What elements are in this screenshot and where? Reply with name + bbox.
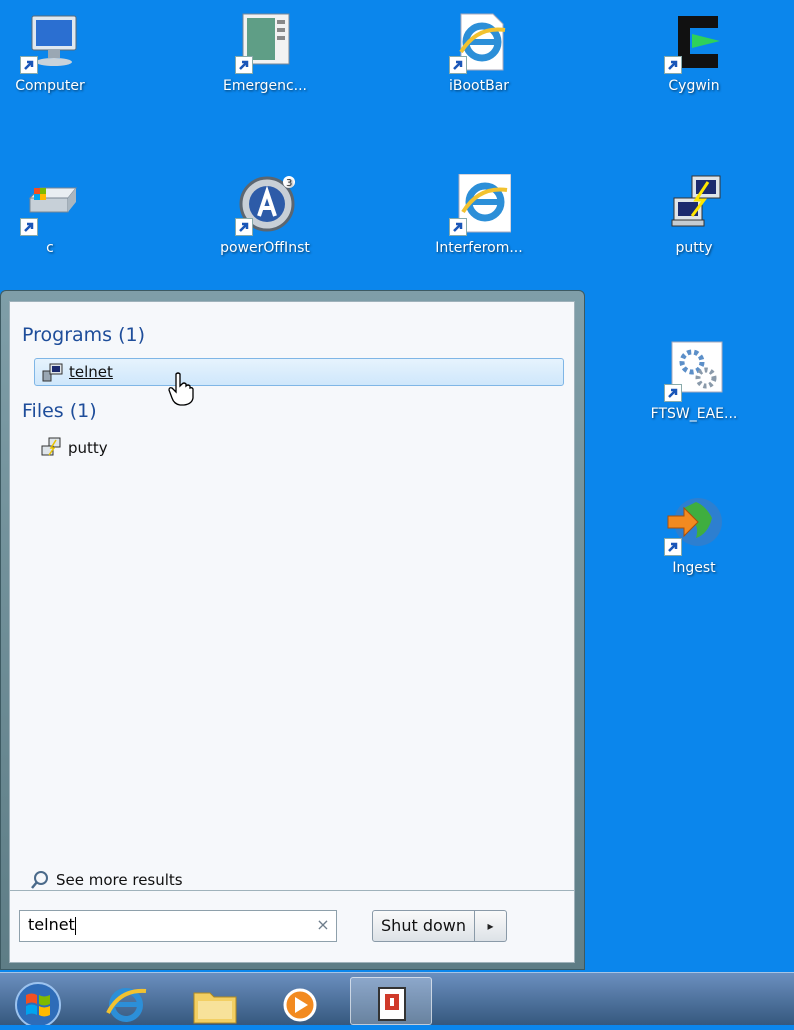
telnet-icon	[41, 361, 63, 383]
start-button[interactable]	[4, 977, 68, 1028]
shutdown-button[interactable]: Shut down	[372, 910, 475, 942]
taskbar-active-window[interactable]	[350, 977, 432, 1025]
result-item-telnet[interactable]: telnet	[34, 358, 564, 386]
desktop-icon-ingest[interactable]: Ingest	[639, 494, 749, 576]
shortcut-arrow-icon	[449, 218, 467, 236]
media-player-icon	[283, 988, 317, 1022]
document-window-icon	[233, 12, 297, 74]
desktop-icon-label: Cygwin	[668, 78, 720, 94]
internet-explorer-icon	[447, 12, 511, 74]
computer-icon	[18, 12, 82, 74]
desktop-icon-label: Emergenc...	[222, 78, 308, 94]
shortcut-arrow-icon	[235, 218, 253, 236]
desktop-icon-label: Interferom...	[435, 240, 523, 256]
search-input[interactable]: telnet	[19, 910, 337, 942]
desktop-icon-ftsw[interactable]: FTSW_EAE...	[639, 340, 749, 422]
desktop-icon-label: c	[46, 240, 54, 256]
desktop-icon-interferom[interactable]: Interferom...	[424, 173, 534, 256]
svg-text:3: 3	[286, 178, 292, 189]
text-caret	[74, 916, 76, 935]
files-group-header: Files (1)	[22, 400, 97, 422]
result-item-putty[interactable]: putty	[34, 434, 108, 462]
shortcut-arrow-icon	[664, 56, 682, 74]
desktop-icon-cygwin[interactable]: Cygwin	[639, 12, 749, 94]
start-menu: Programs (1) telnet Files (1) putty See …	[0, 290, 585, 970]
shortcut-arrow-icon	[235, 56, 253, 74]
desktop-icon-label: powerOffInst	[220, 240, 310, 256]
taskbar-media-player[interactable]	[268, 977, 332, 1025]
search-results-panel: Programs (1) telnet Files (1) putty See …	[9, 301, 575, 891]
taskbar-internet-explorer[interactable]	[94, 977, 158, 1025]
shortcut-arrow-icon	[20, 56, 38, 74]
desktop-icon-label: Computer	[15, 78, 85, 94]
taskbar	[0, 972, 794, 1028]
desktop-icon-ibootbar[interactable]: iBootBar	[424, 12, 534, 94]
see-more-results-link[interactable]: See more results	[30, 870, 183, 890]
programs-group-header: Programs (1)	[22, 324, 146, 346]
search-input-value: telnet	[28, 915, 75, 934]
internet-explorer-icon	[106, 988, 147, 1022]
result-item-label: telnet	[69, 363, 113, 381]
globe-arrow-icon	[662, 494, 726, 556]
active-window-icon	[378, 987, 406, 1021]
desktop-icon-label: FTSW_EAE...	[650, 406, 738, 422]
hand-cursor-icon	[168, 372, 194, 406]
cygwin-icon	[662, 12, 726, 74]
desktop-icon-c-drive[interactable]: c	[0, 174, 105, 256]
shortcut-arrow-icon	[664, 384, 682, 402]
putty-icon	[662, 174, 726, 236]
desktop-icon-label: iBootBar	[448, 78, 510, 94]
result-item-label: putty	[68, 439, 108, 457]
desktop-icon-poweroffinst[interactable]: 3 powerOffInst	[210, 174, 320, 256]
desktop-icon-computer[interactable]: Computer	[0, 12, 105, 94]
desktop-icon-label: Ingest	[672, 560, 716, 576]
file-explorer-icon	[193, 992, 237, 1024]
desktop-icon-label: putty	[675, 240, 713, 256]
shortcut-arrow-icon	[20, 218, 38, 236]
drive-icon	[18, 174, 82, 236]
see-more-label: See more results	[56, 871, 183, 889]
shortcut-arrow-icon	[664, 538, 682, 556]
desktop-icon-emergency[interactable]: Emergenc...	[210, 12, 320, 94]
shutdown-options-button[interactable]: ▸	[475, 910, 507, 942]
desktop-icon-putty[interactable]: putty	[639, 174, 749, 256]
magnifier-icon	[31, 871, 48, 889]
settings-gears-icon	[662, 340, 726, 402]
internet-explorer-icon	[447, 173, 512, 236]
autoit-icon: 3	[233, 174, 297, 236]
putty-icon	[40, 437, 62, 459]
taskbar-file-explorer[interactable]	[182, 977, 246, 1025]
shortcut-arrow-icon	[449, 56, 467, 74]
clear-search-button[interactable]: ×	[313, 915, 333, 935]
windows-orb-icon	[15, 982, 61, 1028]
